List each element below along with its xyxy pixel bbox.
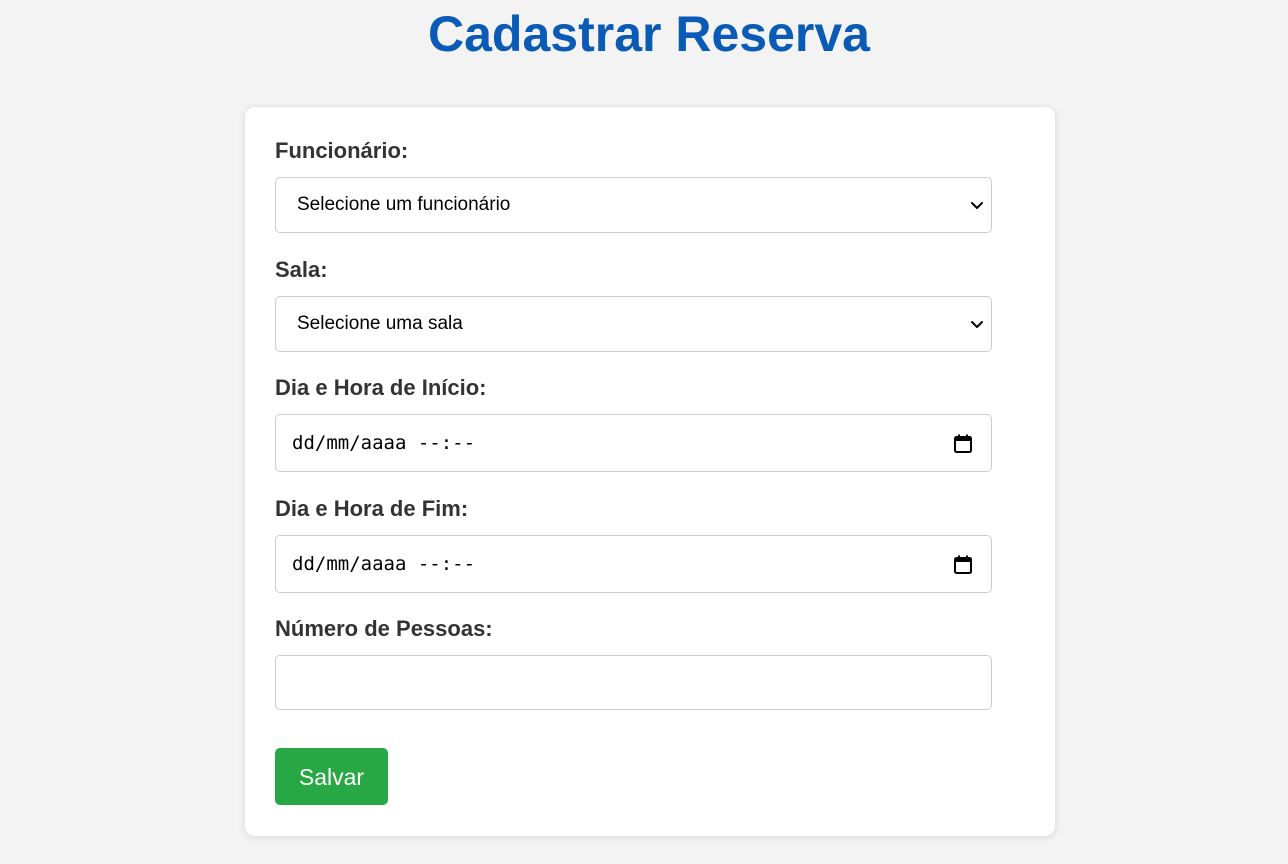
page-title: Cadastrar Reserva	[428, 6, 870, 62]
save-button[interactable]: Salvar	[275, 748, 388, 805]
inicio-datetime-placeholder: dd/mm/aaaa --:--	[292, 432, 476, 454]
inicio-datetime-input[interactable]: dd/mm/aaaa --:--	[275, 414, 992, 472]
fim-datetime-placeholder: dd/mm/aaaa --:--	[292, 553, 476, 575]
pessoas-number-input[interactable]	[275, 655, 992, 710]
pessoas-label: Número de Pessoas:	[275, 616, 493, 641]
sala-select[interactable]: Selecione uma sala	[275, 296, 992, 352]
calendar-icon[interactable]	[954, 434, 972, 453]
funcionario-selected-value: Selecione um funcionário	[297, 194, 511, 215]
fim-label: Dia e Hora de Fim:	[275, 496, 469, 521]
chevron-down-icon	[971, 202, 983, 209]
sala-selected-value: Selecione uma sala	[297, 313, 463, 334]
reservation-form: Funcionário: Selecione um funcionário Sa…	[245, 107, 1055, 836]
funcionario-label: Funcionário:	[275, 138, 409, 163]
funcionario-select[interactable]: Selecione um funcionário	[275, 177, 992, 233]
fim-datetime-input[interactable]: dd/mm/aaaa --:--	[275, 535, 992, 593]
chevron-down-icon	[971, 321, 983, 328]
calendar-icon[interactable]	[954, 555, 972, 574]
inicio-label: Dia e Hora de Início:	[275, 375, 487, 400]
sala-label: Sala:	[275, 257, 328, 282]
